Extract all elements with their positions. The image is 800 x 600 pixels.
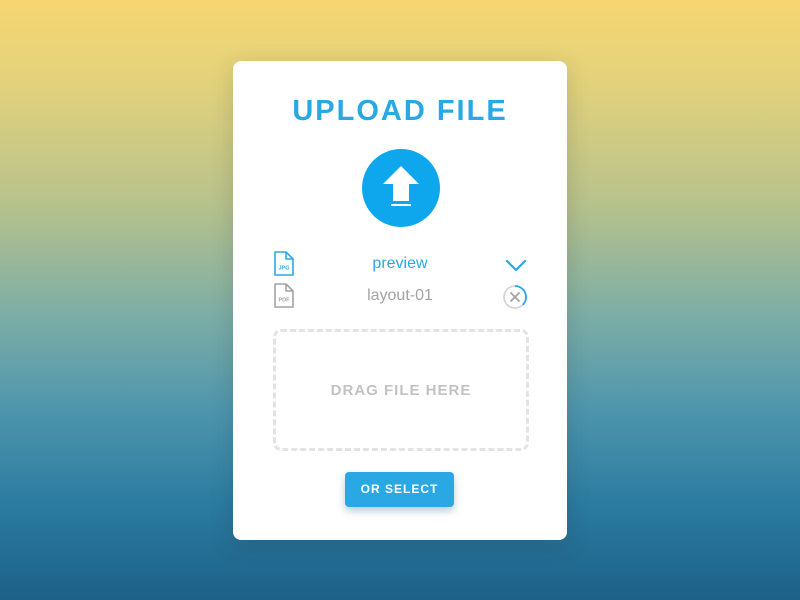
- file-name: layout-01: [367, 287, 433, 304]
- select-file-button[interactable]: OR SELECT: [345, 472, 454, 507]
- file-row-preview[interactable]: JPG preview: [272, 251, 528, 277]
- upload-title: UPLOAD FILE: [292, 95, 508, 127]
- drop-zone[interactable]: DRAG FILE HERE: [273, 329, 529, 451]
- drop-zone-label: DRAG FILE HERE: [330, 382, 472, 399]
- cancel-upload-button[interactable]: [502, 284, 528, 310]
- file-name: preview: [372, 255, 428, 272]
- file-row-layout-01[interactable]: PDF layout-01: [272, 283, 528, 309]
- upload-arrow-icon: [383, 166, 419, 206]
- upload-button[interactable]: [362, 149, 440, 227]
- cancel-icon: [510, 292, 520, 302]
- check-icon: [505, 259, 527, 272]
